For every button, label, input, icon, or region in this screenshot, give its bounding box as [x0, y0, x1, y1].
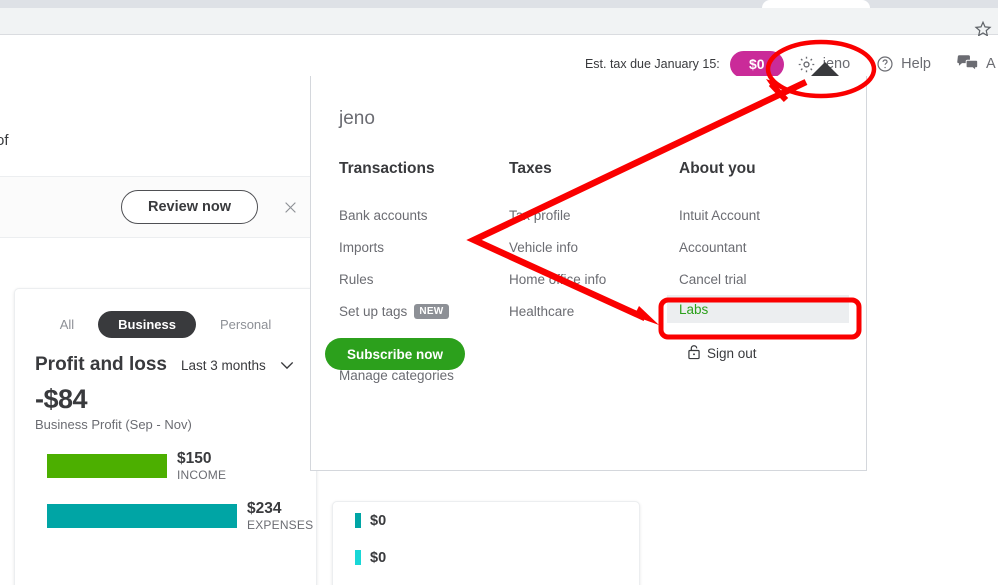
menu-item-label: Accountant [679, 239, 747, 255]
profit-amount: -$84 [35, 384, 88, 414]
dropdown-column-taxes: Taxes Tax profile Vehicle info Home offi… [509, 160, 679, 391]
help-button[interactable]: Help [863, 44, 944, 84]
dropdown-pointer-arrow [810, 62, 840, 77]
subscribe-now-button[interactable]: Subscribe now [325, 338, 466, 370]
menu-item-label: Imports [339, 239, 385, 255]
menu-item-label: Bank accounts [339, 207, 428, 223]
legend-swatch [355, 550, 361, 565]
menu-item-healthcare[interactable]: Healthcare [509, 295, 679, 327]
profit-card-header: Profit and loss Last 3 months [35, 354, 316, 376]
sign-out-button[interactable]: Sign out [687, 344, 757, 363]
browser-tab-inactive-2[interactable] [872, 0, 998, 8]
menu-item-label: Tax profile [509, 207, 571, 223]
close-icon[interactable] [280, 197, 300, 217]
est-tax-due-label: Est. tax due January 15: [584, 57, 720, 71]
expenses-amount: $234 [247, 499, 282, 517]
screen-root: Est. tax due January 15: $0 jeno Help A … [0, 0, 998, 585]
menu-item-labs[interactable]: Labs [667, 295, 849, 323]
browser-tab-inactive-1[interactable] [562, 0, 762, 8]
legend-amount: $0 [370, 512, 387, 529]
date-range-selector[interactable]: Last 3 months [181, 358, 294, 373]
menu-item-rules[interactable]: Rules [339, 263, 509, 295]
legend-card: $0 $0 [332, 501, 640, 585]
menu-item-label: Intuit Account [679, 207, 761, 223]
column-heading-taxes: Taxes [509, 160, 552, 177]
profit-and-loss-card: All Business Personal Profit and loss La… [14, 288, 317, 585]
menu-item-label: Labs [679, 301, 709, 317]
menu-item-tax-profile[interactable]: Tax profile [509, 199, 679, 231]
chevron-down-icon [280, 358, 294, 373]
menu-item-intuit-account[interactable]: Intuit Account [679, 199, 849, 231]
sign-out-label: Sign out [707, 346, 757, 361]
legend-swatch [355, 513, 361, 528]
filter-business[interactable]: Business [98, 311, 196, 338]
tax-amount-badge[interactable]: $0 [729, 50, 784, 78]
expenses-bar [47, 503, 237, 528]
income-bar-labels: $150 INCOME [177, 450, 226, 482]
date-range-label: Last 3 months [180, 358, 266, 373]
lock-icon [687, 344, 701, 363]
menu-item-label: Cancel trial [679, 271, 747, 287]
column-heading-transactions: Transactions [339, 160, 435, 177]
help-label: Help [901, 56, 931, 72]
menu-item-label: Vehicle info [509, 239, 579, 255]
entity-filter-group: All Business Personal [15, 311, 316, 338]
menu-item-accountant[interactable]: Accountant [679, 231, 849, 263]
assistant-button[interactable]: A [944, 44, 998, 84]
menu-item-vehicle-info[interactable]: Vehicle info [509, 231, 679, 263]
truncated-body-text: of [0, 132, 9, 149]
expenses-bar-labels: $234 EXPENSES [247, 500, 313, 532]
menu-item-home-office-info[interactable]: Home office info [509, 263, 679, 295]
question-circle-icon [876, 55, 894, 73]
menu-item-label: Healthcare [509, 303, 575, 319]
filter-personal[interactable]: Personal [206, 311, 285, 338]
expenses-label: EXPENSES [247, 517, 314, 532]
menu-item-imports[interactable]: Imports [339, 231, 509, 263]
menu-item-set-up-tags[interactable]: Set up tags NEW [339, 295, 509, 327]
income-label: INCOME [177, 467, 227, 482]
income-bar [47, 453, 167, 478]
new-badge: NEW [414, 303, 449, 319]
filter-all[interactable]: All [46, 311, 88, 338]
column-heading-about-you: About you [679, 160, 756, 177]
dropdown-user-name: jeno [339, 108, 375, 129]
browser-address-bar[interactable] [0, 8, 998, 37]
review-now-button[interactable]: Review now [121, 190, 258, 224]
profit-subtitle: Business Profit (Sep - Nov) [35, 417, 192, 432]
user-settings-dropdown: jeno Transactions Bank accounts Imports … [310, 76, 867, 471]
legend-amount: $0 [370, 549, 387, 566]
browser-tab-active[interactable] [762, 0, 870, 8]
menu-item-cancel-trial[interactable]: Cancel trial [679, 263, 849, 295]
legend-row: $0 [355, 539, 639, 576]
menu-item-label: Home office info [509, 271, 607, 287]
legend-row: $0 [355, 502, 639, 539]
page-title: Profit and loss [35, 354, 167, 375]
menu-item-label: Rules [339, 271, 374, 287]
browser-tab-strip [0, 0, 998, 8]
review-banner: Review now [0, 176, 310, 238]
income-bar-row: $150 INCOME [47, 450, 316, 482]
chat-bubbles-icon [957, 54, 979, 74]
expenses-bar-row: $234 EXPENSES [47, 500, 316, 532]
menu-item-bank-accounts[interactable]: Bank accounts [339, 199, 509, 231]
menu-item-label: Set up tags [339, 303, 408, 319]
income-amount: $150 [177, 450, 212, 467]
assistant-label: A [986, 56, 996, 72]
